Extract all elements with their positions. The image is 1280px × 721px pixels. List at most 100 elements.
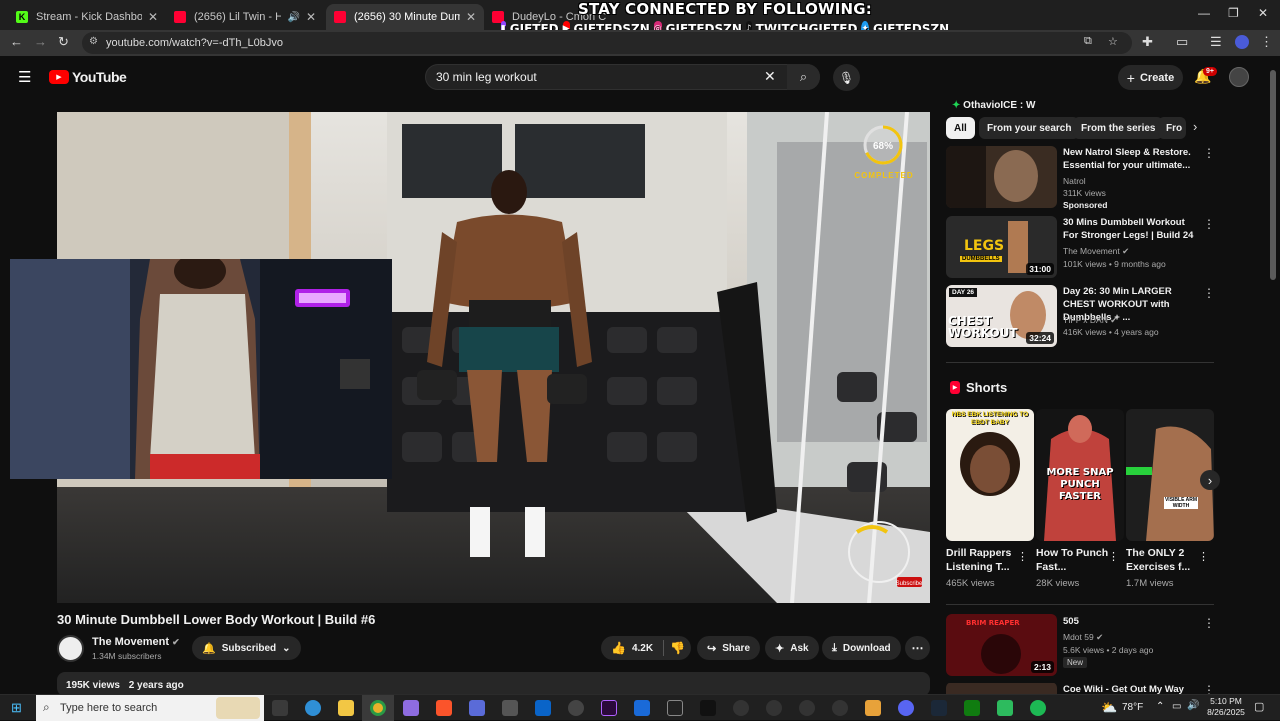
more-vertical-icon[interactable]: ⋮ [1203, 286, 1215, 300]
voice-search-button[interactable]: 🎙 [833, 64, 860, 91]
recommendation-title[interactable]: 505 [1063, 615, 1198, 628]
browser-menu-icon[interactable]: ⋮ [1260, 34, 1273, 50]
channel-name-row[interactable]: The Movement ✔ [92, 636, 180, 648]
app-icon[interactable] [469, 700, 485, 716]
more-vertical-icon[interactable]: ⋮ [1198, 550, 1209, 563]
hamburger-menu-icon[interactable]: ☰ [18, 68, 31, 86]
maximize-icon[interactable]: ❐ [1228, 6, 1239, 20]
recommendation-title[interactable]: 30 Mins Dumbbell Workout For Stronger Le… [1063, 216, 1198, 242]
close-window-icon[interactable]: ✕ [1258, 6, 1268, 20]
store-icon[interactable] [502, 700, 518, 716]
weather-temp[interactable]: 78°F [1122, 702, 1143, 713]
tiktok-icon[interactable] [700, 700, 716, 716]
outlook-icon[interactable] [535, 700, 551, 716]
more-vertical-icon[interactable]: ⋮ [1203, 616, 1215, 630]
windows-start-icon[interactable]: ⊞ [11, 700, 22, 716]
short-thumbnail[interactable]: NBS EBK LISTENING TO EBDT BABY [946, 409, 1034, 541]
short-title[interactable]: Drill Rappers Listening T... [946, 546, 1021, 574]
address-bar[interactable]: ⚙ youtube.com/watch?v=-dTh_L0bJvo ⧉ ☆ [82, 32, 1132, 54]
tray-chevron-icon[interactable]: ⌃ [1156, 701, 1164, 712]
more-vertical-icon[interactable]: ⋮ [1203, 217, 1215, 231]
youtube-logo[interactable]: ▶ YouTube [49, 69, 127, 85]
short-title[interactable]: How To Punch Fast... [1036, 546, 1111, 574]
chip-from-search[interactable]: From your search [979, 117, 1080, 139]
chip-all[interactable]: All [946, 117, 975, 139]
minimize-icon[interactable]: — [1198, 6, 1210, 20]
obs-icon[interactable] [733, 700, 749, 716]
create-button[interactable]: + Create [1118, 65, 1183, 90]
app-icon[interactable] [799, 700, 815, 716]
app-icon[interactable] [865, 700, 881, 716]
more-actions-button[interactable]: ⋯ [905, 636, 930, 660]
forward-icon[interactable]: → [34, 34, 47, 49]
4k-downloader-icon[interactable] [832, 700, 848, 716]
weather-icon[interactable]: ⛅ [1101, 700, 1117, 716]
recommendation-thumbnail[interactable]: DAY 26 CHEST WORKOUT 32:24 [946, 285, 1057, 347]
shorts-next-button[interactable]: › [1200, 470, 1220, 490]
recommendation-thumbnail[interactable]: LEGS DUMBBELLS 31:00 [946, 216, 1057, 278]
short-thumbnail[interactable]: MORE SNAP PUNCH FASTER [1036, 409, 1124, 541]
site-info-icon[interactable]: ⚙ [89, 36, 98, 47]
speaker-icon[interactable]: 🔊 [287, 12, 299, 23]
subscribed-button[interactable]: 🔔 Subscribed ⌄ [192, 636, 301, 660]
task-view-icon[interactable] [272, 700, 288, 716]
edge-icon[interactable] [305, 700, 321, 716]
recommendation-thumbnail[interactable]: BRIM REAPER 2:13 [946, 614, 1057, 676]
more-vertical-icon[interactable]: ⋮ [1017, 550, 1028, 563]
chip-from-series[interactable]: From the series [1073, 117, 1164, 139]
recommendation-channel-row[interactable]: TIFF x DAN ✔ [1063, 314, 1117, 326]
clear-search-icon[interactable]: ✕ [764, 68, 776, 85]
recommendation-thumbnail[interactable] [946, 146, 1057, 208]
extensions-icon[interactable]: ✚ [1142, 34, 1153, 50]
discord-icon[interactable] [898, 700, 914, 716]
like-icon[interactable]: 👍 [611, 641, 626, 655]
steam-icon[interactable] [931, 700, 947, 716]
more-vertical-icon[interactable]: ⋮ [1108, 550, 1119, 563]
search-input[interactable]: 30 min leg workout ✕ [425, 64, 820, 90]
channel-avatar[interactable] [57, 635, 84, 662]
account-avatar[interactable] [1229, 67, 1249, 87]
close-tab-icon[interactable]: ✕ [466, 10, 476, 24]
recommendation-channel[interactable]: Natrol [1063, 175, 1086, 187]
app-icon[interactable] [634, 700, 650, 716]
chevron-right-icon[interactable]: › [1193, 119, 1197, 134]
recommendation-channel-row[interactable]: Mdot 59 ✔ [1063, 631, 1103, 643]
download-button[interactable]: ⤓ Download [822, 636, 901, 660]
taskbar-search-input[interactable]: ⌕ Type here to search [36, 695, 264, 721]
taskbar-clock[interactable]: 5:10 PM 8/26/2025 [1203, 696, 1249, 718]
recommendation-channel-row[interactable]: The Movement ✔ [1063, 245, 1129, 257]
spotify-icon[interactable] [1030, 700, 1046, 716]
bookmark-star-icon[interactable]: ☆ [1108, 35, 1118, 48]
ask-button[interactable]: ✦ Ask [765, 636, 819, 660]
browser-tab[interactable]: K Stream - Kick Dashboard ✕ [8, 4, 166, 30]
chip-more[interactable]: Fro [1158, 117, 1186, 139]
close-tab-icon[interactable]: ✕ [148, 10, 158, 24]
dislike-icon[interactable]: 👎 [670, 641, 685, 655]
install-app-icon[interactable]: ⧉ [1084, 35, 1092, 48]
copilot-icon[interactable] [403, 700, 419, 716]
xbox-icon[interactable] [964, 700, 980, 716]
page-scrollbar[interactable] [1270, 70, 1276, 280]
reload-icon[interactable]: ↻ [58, 34, 69, 50]
description-box[interactable]: 195K views 2 years ago [57, 672, 930, 696]
search-button[interactable]: ⌕ [787, 64, 820, 90]
close-tab-icon[interactable]: ✕ [306, 10, 316, 24]
notification-center-icon[interactable]: ▢ [1254, 700, 1264, 713]
short-title[interactable]: The ONLY 2 Exercises f... [1126, 546, 1201, 574]
more-vertical-icon[interactable]: ⋮ [1203, 146, 1215, 160]
ccleaner-icon[interactable] [568, 700, 584, 716]
browser-tab[interactable]: (2656) Lil Twin - Hate Being 🔊 ✕ [166, 4, 324, 30]
browser-tab-active[interactable]: (2656) 30 Minute Dumbbell Low ✕ [326, 4, 484, 30]
volume-icon[interactable]: 🔊 [1187, 700, 1199, 711]
back-icon[interactable]: ← [10, 34, 23, 49]
recommendation-thumbnail[interactable] [946, 682, 1057, 694]
recommendation-title[interactable]: New Natrol Sleep & Restore. Essential fo… [1063, 146, 1198, 172]
profile-avatar[interactable] [1235, 35, 1249, 49]
obs-icon[interactable] [766, 700, 782, 716]
network-icon[interactable]: ▭ [1172, 701, 1181, 712]
premiere-icon[interactable] [601, 700, 617, 716]
file-explorer-icon[interactable] [338, 700, 354, 716]
reading-list-icon[interactable]: ☰ [1210, 34, 1222, 50]
share-button[interactable]: ↪ Share [697, 636, 761, 660]
epic-games-icon[interactable] [667, 700, 683, 716]
